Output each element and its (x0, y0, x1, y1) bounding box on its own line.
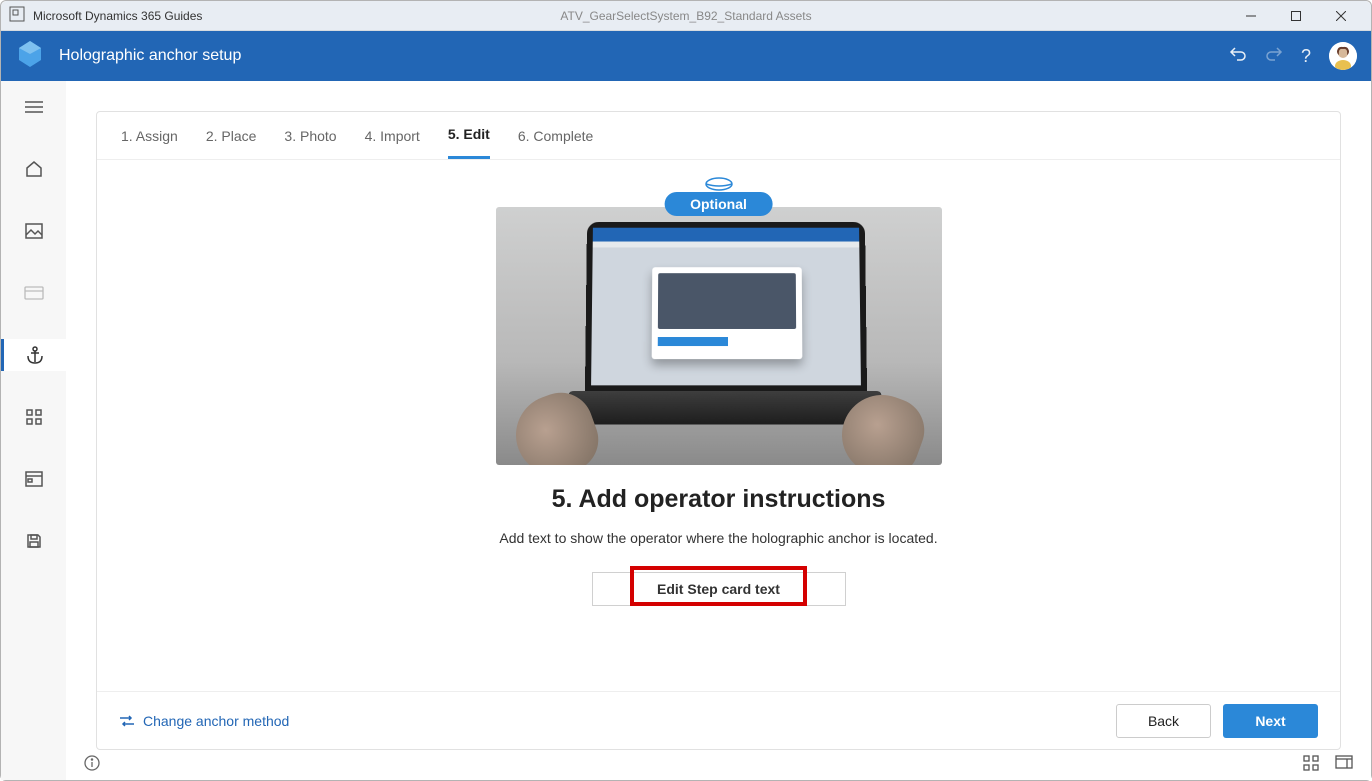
sidebar-item-image[interactable] (1, 215, 66, 247)
statusbar (66, 750, 1371, 780)
avatar[interactable] (1329, 42, 1357, 70)
sidebar-item-menu[interactable] (1, 91, 66, 123)
step-complete[interactable]: 6. Complete (518, 112, 593, 159)
back-button[interactable]: Back (1116, 704, 1211, 738)
logo-icon (15, 39, 45, 74)
edit-step-card-button[interactable]: Edit Step card text (592, 572, 846, 606)
help-icon[interactable]: ? (1301, 46, 1311, 67)
undo-icon[interactable] (1229, 45, 1247, 68)
document-name: ATV_GearSelectSystem_B92_Standard Assets (560, 9, 811, 23)
change-anchor-method-link[interactable]: Change anchor method (119, 713, 289, 729)
next-button[interactable]: Next (1223, 704, 1318, 738)
grid-view-icon[interactable] (1303, 755, 1319, 776)
page-title: Holographic anchor setup (59, 47, 241, 65)
optional-badge: Optional (664, 192, 773, 216)
step-description: Add text to show the operator where the … (499, 530, 937, 546)
stepper: 1. Assign 2. Place 3. Photo 4. Import 5.… (97, 112, 1340, 160)
app-header: Holographic anchor setup ? (1, 31, 1371, 81)
sidebar-item-home[interactable] (1, 153, 66, 185)
sidebar-item-save[interactable] (1, 525, 66, 557)
step-assign[interactable]: 1. Assign (121, 112, 178, 159)
app-icon (9, 6, 25, 25)
close-button[interactable] (1318, 1, 1363, 31)
step-photo[interactable]: 3. Photo (284, 112, 336, 159)
sidebar-item-anchor[interactable] (1, 339, 66, 371)
info-icon[interactable] (84, 755, 100, 776)
change-anchor-label: Change anchor method (143, 713, 289, 729)
step-edit[interactable]: 5. Edit (448, 112, 490, 159)
hero-image (496, 207, 942, 465)
sidebar (1, 81, 66, 780)
step-title: 5. Add operator instructions (552, 485, 886, 514)
sidebar-item-card[interactable] (1, 277, 66, 309)
sidebar-item-apps[interactable] (1, 401, 66, 433)
redo-icon[interactable] (1265, 45, 1283, 68)
minimize-button[interactable] (1228, 1, 1273, 31)
step-import[interactable]: 4. Import (365, 112, 420, 159)
titlebar: Microsoft Dynamics 365 Guides ATV_GearSe… (1, 1, 1371, 31)
panel-view-icon[interactable] (1335, 755, 1353, 776)
wizard-card: 1. Assign 2. Place 3. Photo 4. Import 5.… (96, 111, 1341, 750)
maximize-button[interactable] (1273, 1, 1318, 31)
app-name: Microsoft Dynamics 365 Guides (33, 9, 202, 23)
sidebar-item-storage[interactable] (1, 463, 66, 495)
step-place[interactable]: 2. Place (206, 112, 257, 159)
